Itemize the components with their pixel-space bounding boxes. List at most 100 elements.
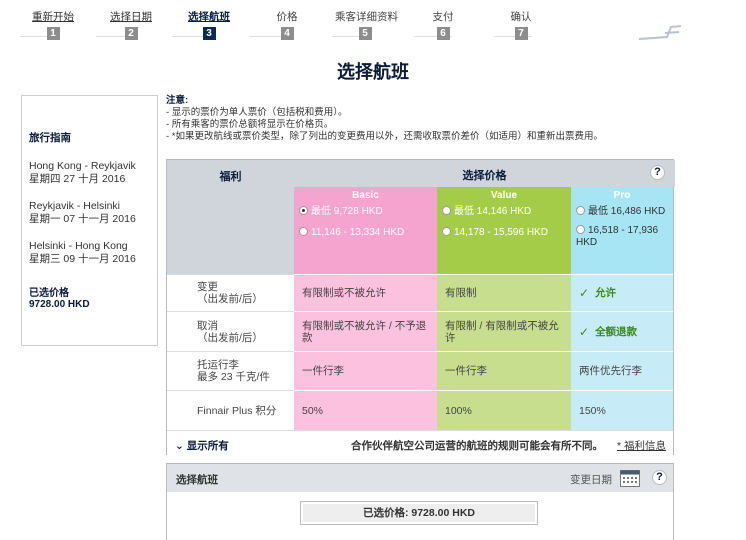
route-item: Reykjavik - Helsinki 星期一 07 十一月 2016: [29, 200, 150, 226]
step-passenger-details: 乘客详细资料 5: [335, 9, 398, 40]
step-price: 价格 4: [257, 9, 317, 40]
benefit-label-cancel: 取消 （出发前/后）: [167, 311, 294, 351]
fare-option-label: 最低 9,728 HKD: [311, 206, 383, 217]
step-number: 2: [124, 27, 138, 40]
selected-price-value: 9728.00 HKD: [29, 299, 90, 310]
step-number: 4: [280, 27, 294, 40]
fare-option-label: 最低 16,486 HKD: [588, 206, 666, 217]
radio-selected-icon[interactable]: [299, 206, 308, 215]
route-item: Helsinki - Hong Kong 星期三 09 十一月 2016: [29, 240, 150, 266]
price-header-label: 选择价格: [462, 170, 507, 182]
step-payment: 支付 6: [413, 9, 473, 40]
fare-option[interactable]: 16,518 - 17,936 HKD: [576, 225, 668, 249]
travel-guide-sidebar: 旅行指南 Hong Kong - Reykjavik 星期四 27 十月 201…: [21, 95, 158, 346]
benefit-cell: 有限制或不被允许: [294, 274, 437, 311]
finnair-logo-icon: [638, 25, 682, 40]
price-header: 选择价格 ?: [294, 160, 675, 187]
step-number: 3: [202, 27, 216, 40]
fare-option[interactable]: 最低 16,486 HKD: [576, 206, 668, 218]
benefit-value: 有限制或不被允许: [302, 287, 386, 299]
step-restart[interactable]: 重新开始 1: [23, 9, 83, 40]
radio-icon[interactable]: [442, 206, 451, 215]
help-icon[interactable]: ?: [650, 165, 665, 180]
change-date-link[interactable]: 变更日期: [570, 472, 612, 487]
step-label[interactable]: 重新开始: [23, 9, 83, 24]
radio-icon[interactable]: [299, 227, 308, 236]
benefit-label-change: 变更 （出发前/后）: [167, 274, 294, 311]
notice-title: 注意:: [166, 95, 189, 106]
fare-family-pro: Pro 最低 16,486 HKD 16,518 - 17,936 HKD: [571, 187, 673, 274]
benefit-label: Finnair Plus 积分: [197, 405, 277, 417]
panel-title: 选择航班: [176, 474, 218, 486]
benefit-label-points: Finnair Plus 积分: [167, 390, 294, 430]
route-name: Helsinki - Hong Kong: [29, 240, 128, 252]
step-number: 1: [46, 27, 60, 40]
benefit-value: 150%: [579, 404, 606, 417]
check-icon: ✓: [579, 286, 590, 300]
benefit-value: 有限制或不被允许 / 不予退款: [302, 319, 427, 344]
fare-option[interactable]: 11,146 - 13,334 HKD: [299, 227, 432, 239]
benefit-value: 全额退款: [595, 325, 638, 338]
benefit-cell: 一件行李: [437, 351, 571, 390]
notice-line: - *如果更改航线或票价类型，除了列出的变更费用以外，还需收取票价差价（如适用）…: [166, 131, 604, 142]
benefit-value: 100%: [445, 404, 472, 417]
fare-option-label: 最低 14,146 HKD: [454, 206, 532, 217]
benefit-info-link[interactable]: * 福利信息: [617, 438, 666, 453]
fare-option-label: 14,178 - 15,596 HKD: [454, 227, 548, 238]
benefit-value: 两件优先行李: [579, 365, 642, 377]
fare-option[interactable]: 14,178 - 15,596 HKD: [442, 227, 566, 239]
calendar-icon[interactable]: [620, 470, 640, 487]
benefits-header: 福利: [167, 160, 294, 274]
step-label: 支付: [432, 11, 454, 23]
benefit-value: 有限制 / 有限制或不被允许: [445, 319, 559, 344]
benefit-label: 变更 （出发前/后）: [197, 281, 263, 305]
step-select-dates[interactable]: 选择日期 2: [101, 9, 161, 40]
show-all-toggle[interactable]: ⌄ 显示所有: [175, 438, 229, 453]
selected-price-label: 已选价格: [29, 288, 69, 299]
fare-table-footer: ⌄ 显示所有 合作伙伴航空公司运营的航班的规则可能会有所不同。 * 福利信息: [167, 430, 673, 456]
step-label[interactable]: 选择日期: [101, 9, 161, 24]
sidebar-title: 旅行指南: [29, 132, 71, 144]
radio-icon[interactable]: [576, 225, 585, 234]
fare-family-name: Pro: [613, 190, 631, 201]
benefits-header-label: 福利: [219, 171, 242, 183]
route-date: 星期四 27 十月 2016: [29, 173, 126, 185]
benefit-cell: 有限制: [437, 274, 571, 311]
fare-family-name: Value: [490, 190, 518, 201]
help-icon[interactable]: ?: [652, 470, 667, 485]
benefit-cell: 一件行李: [294, 351, 437, 390]
fare-family-value: Value 最低 14,146 HKD 14,178 - 15,596 HKD: [437, 187, 571, 274]
benefit-value: 一件行李: [445, 365, 487, 377]
panel-header: 选择航班 变更日期 ?: [167, 464, 673, 492]
page-title: 选择航班: [337, 62, 409, 82]
radio-icon[interactable]: [576, 206, 585, 215]
radio-icon[interactable]: [442, 227, 451, 236]
fare-option-label: 16,518 - 17,936 HKD: [576, 225, 659, 248]
benefit-value: 有限制: [445, 287, 477, 299]
fare-option[interactable]: 最低 14,146 HKD: [442, 206, 566, 218]
notice-line: - 显示的票价为单人票价（包括税和费用）。: [166, 107, 348, 118]
fare-family-table: 福利 选择价格 ? Basic 最低 9,728 HKD 11,146 - 13…: [166, 159, 675, 456]
selected-price-text: 已选价格: 9728.00 HKD: [303, 504, 535, 522]
route-date: 星期三 09 十一月 2016: [29, 253, 136, 265]
check-icon: ✓: [579, 324, 590, 339]
route-item: Hong Kong - Reykjavik 星期四 27 十月 2016: [29, 160, 150, 186]
fare-option[interactable]: 最低 9,728 HKD: [299, 206, 432, 218]
step-number: 7: [514, 27, 528, 40]
chevron-down-icon: ⌄: [175, 440, 184, 452]
benefit-cell: 100%: [437, 390, 571, 430]
step-select-flight: 选择航班 3: [179, 9, 239, 40]
benefit-value: 一件行李: [302, 365, 344, 377]
benefit-label: 取消 （出发前/后）: [197, 320, 263, 344]
step-label: 价格: [276, 11, 298, 23]
benefit-cell: 有限制或不被允许 / 不予退款: [294, 311, 437, 351]
notice-line: - 所有乘客的票价总额将显示在价格页。: [166, 119, 334, 130]
benefit-cell: 两件优先行李: [571, 351, 673, 390]
route-name: Reykjavik - Helsinki: [29, 200, 121, 212]
benefit-cell: 有限制 / 有限制或不被允许: [437, 311, 571, 351]
benefit-cell: 50%: [294, 390, 437, 430]
benefit-cell: ✓ 允许: [571, 274, 673, 311]
booking-progress: 重新开始 1 选择日期 2 选择航班 3 价格 4 乘客详细资料 5 支付 6 …: [0, 0, 746, 44]
benefit-cell: ✓ 全额退款: [571, 311, 673, 351]
show-all-label[interactable]: 显示所有: [187, 440, 229, 452]
